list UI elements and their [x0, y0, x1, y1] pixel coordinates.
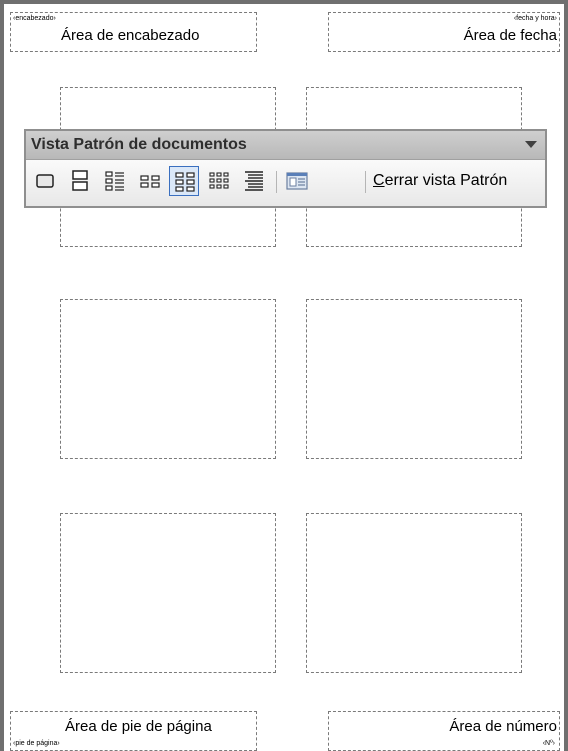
footer-area-text: Área de pie de página: [65, 718, 212, 735]
close-master-view-accesskey: C: [373, 172, 385, 189]
toolbar-separator: [365, 171, 366, 193]
date-tag: ‹fecha y hora›: [513, 15, 557, 22]
three-slides-per-page-icon: [105, 171, 124, 191]
date-placeholder[interactable]: ‹fecha y hora› Área de fecha: [328, 12, 560, 52]
header-area-text: Área de encabezado: [61, 27, 200, 44]
six-slides-per-page-icon: [175, 172, 195, 192]
three-slides-per-page-button[interactable]: [100, 166, 130, 196]
number-area-text: Área de número: [449, 718, 557, 735]
six-slides-per-page-button[interactable]: [169, 166, 199, 196]
handout-master-layout-icon: [286, 172, 308, 190]
close-master-view-button[interactable]: Cerrar vista Patrón: [373, 172, 507, 190]
number-placeholder[interactable]: Área de número ‹Nº›: [328, 711, 560, 751]
one-slide-per-page-button[interactable]: [30, 166, 60, 196]
close-master-view-label: errar vista Patrón: [384, 172, 508, 189]
date-area-text: Área de fecha: [463, 27, 557, 44]
outline-view-icon: [245, 171, 263, 191]
two-slides-per-page-button[interactable]: [65, 166, 95, 196]
footer-tag: ‹pie de página›: [13, 740, 60, 747]
nine-slides-per-page-button[interactable]: [204, 166, 234, 196]
handout-master-layout-button[interactable]: [282, 166, 312, 196]
number-tag: ‹Nº›: [542, 740, 555, 747]
toolbar-title-bar[interactable]: Vista Patrón de documentos: [26, 131, 545, 160]
toolbar-buttons-row: Cerrar vista Patrón: [26, 160, 545, 206]
slide-slot-5[interactable]: [60, 513, 276, 673]
slide-slot-4[interactable]: [306, 299, 522, 459]
outline-view-button[interactable]: [239, 166, 269, 196]
header-placeholder[interactable]: ‹encabezado› Área de encabezado: [10, 12, 257, 52]
two-slides-per-page-icon: [72, 170, 88, 191]
four-slides-per-page-icon: [140, 175, 160, 188]
slide-slot-3[interactable]: [60, 299, 276, 459]
four-slides-per-page-button[interactable]: [135, 166, 165, 196]
toolbar-options-arrow-icon[interactable]: [525, 141, 537, 148]
one-slide-per-page-icon: [36, 174, 54, 188]
slide-slot-6[interactable]: [306, 513, 522, 673]
toolbar-separator: [276, 171, 277, 193]
handout-master-toolbar[interactable]: Vista Patrón de documentos Cerrar vista …: [24, 129, 547, 208]
nine-slides-per-page-icon: [209, 172, 229, 189]
footer-placeholder[interactable]: Área de pie de página ‹pie de página›: [10, 711, 257, 751]
header-tag: ‹encabezado›: [13, 15, 56, 22]
toolbar-title: Vista Patrón de documentos: [31, 136, 247, 153]
